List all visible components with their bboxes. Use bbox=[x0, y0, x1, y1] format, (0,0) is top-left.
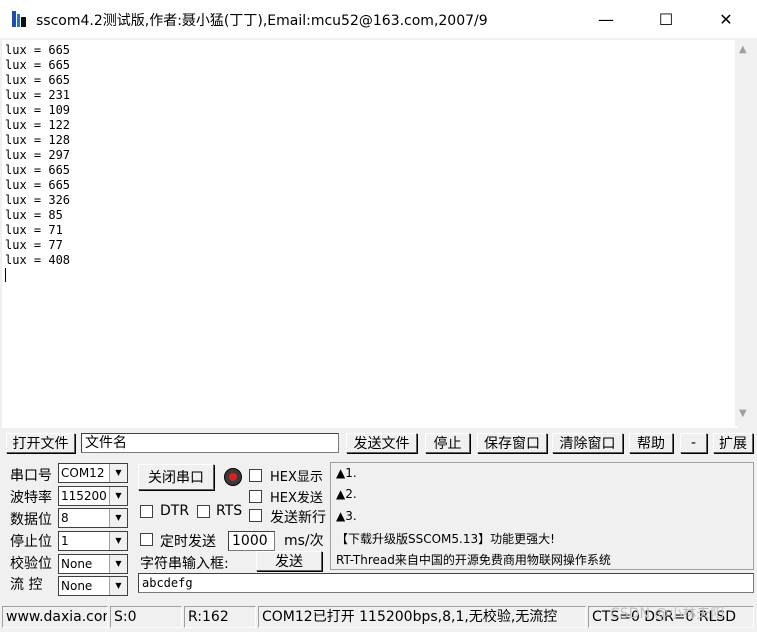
watermark: CSDN @小林夫阳 bbox=[610, 606, 725, 622]
filename-field[interactable]: 文件名 bbox=[81, 433, 339, 453]
vertical-scrollbar[interactable]: ▲ ▼ bbox=[735, 40, 753, 426]
send-newline-label: 发送新行 bbox=[270, 510, 326, 526]
databits-label: 数据位 bbox=[10, 512, 52, 528]
output-line: lux = 128 bbox=[5, 133, 71, 147]
output-line: lux = 77 bbox=[5, 238, 63, 252]
chevron-down-icon[interactable]: ▼ bbox=[109, 532, 127, 550]
close-button[interactable]: ✕ bbox=[703, 0, 749, 38]
panel-item-3: ▲3. bbox=[336, 509, 357, 523]
interval-field[interactable]: 1000 bbox=[228, 531, 275, 551]
baud-value: 115200 bbox=[61, 489, 107, 503]
stopbits-label: 停止位 bbox=[10, 534, 52, 550]
rts-checkbox[interactable] bbox=[197, 505, 210, 518]
panel-item-2: ▲2. bbox=[336, 487, 357, 501]
hex-send-checkbox[interactable] bbox=[249, 490, 262, 503]
output-line: lux = 665 bbox=[5, 163, 71, 177]
chevron-down-icon[interactable]: ▼ bbox=[109, 577, 127, 595]
help-button[interactable]: 帮助 bbox=[629, 433, 673, 453]
panel-item-1: ▲1. bbox=[336, 466, 357, 480]
send-button[interactable]: 发送 bbox=[256, 551, 322, 571]
dtr-checkbox[interactable] bbox=[140, 505, 153, 518]
output-line: lux = 85 bbox=[5, 208, 63, 222]
databits-select[interactable]: 8 ▼ bbox=[58, 508, 128, 528]
flow-value: None bbox=[61, 579, 93, 593]
baud-label: 波特率 bbox=[10, 490, 52, 506]
chevron-down-icon[interactable]: ▼ bbox=[109, 555, 127, 573]
chevron-down-icon[interactable]: ▼ bbox=[109, 509, 127, 527]
hex-display-label: HEX显示 bbox=[270, 470, 323, 485]
output-line: lux = 109 bbox=[5, 103, 71, 117]
send-newline-checkbox[interactable] bbox=[249, 509, 262, 522]
status-received: R:162 bbox=[184, 606, 256, 628]
output-lines: lux = 665 lux = 665 lux = 665 lux = 231 lux … bbox=[5, 43, 738, 268]
hex-display-checkbox[interactable] bbox=[249, 469, 262, 482]
output-line: lux = 665 bbox=[5, 58, 71, 72]
parity-select[interactable]: None ▼ bbox=[58, 554, 128, 574]
stop-button[interactable]: 停止 bbox=[425, 433, 470, 453]
ad-link-rtthread[interactable]: RT-Thread来自中国的开源免费商用物联网操作系统 bbox=[336, 551, 611, 568]
output-line: lux = 297 bbox=[5, 148, 71, 162]
chevron-down-icon[interactable]: ▼ bbox=[109, 487, 127, 505]
port-status-led-icon bbox=[224, 468, 242, 486]
string-input-label: 字符串输入框: bbox=[140, 556, 229, 572]
parity-label: 校验位 bbox=[10, 556, 52, 572]
baud-select[interactable]: 115200 ▼ bbox=[58, 486, 128, 506]
collapse-button[interactable]: - bbox=[680, 433, 707, 453]
scroll-down-icon[interactable]: ▼ bbox=[739, 408, 747, 419]
output-line: lux = 231 bbox=[5, 88, 71, 102]
databits-value: 8 bbox=[61, 511, 69, 525]
interval-unit: ms/次 bbox=[284, 533, 324, 549]
port-select[interactable]: COM12 ▼ bbox=[58, 463, 128, 483]
clear-window-button[interactable]: 清除窗口 bbox=[552, 433, 623, 453]
output-line: lux = 122 bbox=[5, 118, 71, 132]
close-port-button[interactable]: 关闭串口 bbox=[138, 464, 214, 490]
flow-label: 流 控 bbox=[10, 577, 43, 593]
output-line: lux = 408 bbox=[5, 253, 71, 267]
port-value: COM12 bbox=[61, 466, 105, 480]
output-line: lux = 71 bbox=[5, 223, 63, 237]
maximize-button[interactable]: ☐ bbox=[643, 0, 689, 38]
timed-send-label: 定时发送 bbox=[160, 534, 216, 550]
output-line: lux = 665 bbox=[5, 178, 71, 192]
flow-select[interactable]: None ▼ bbox=[58, 576, 128, 596]
scroll-up-icon[interactable]: ▲ bbox=[739, 44, 747, 55]
port-label: 串口号 bbox=[10, 468, 52, 484]
window-title: sscom4.2测试版,作者:聂小猛(丁丁),Email:mcu52@163.c… bbox=[36, 13, 488, 29]
app-icon bbox=[12, 11, 26, 27]
chevron-down-icon[interactable]: ▼ bbox=[109, 464, 127, 482]
title-bar: sscom4.2测试版,作者:聂小猛(丁丁),Email:mcu52@163.c… bbox=[0, 0, 757, 38]
receive-output[interactable]: lux = 665 lux = 665 lux = 665 lux = 231 lux … bbox=[2, 40, 738, 428]
save-window-button[interactable]: 保存窗口 bbox=[477, 433, 547, 453]
minimize-button[interactable]: — bbox=[583, 0, 629, 38]
timed-send-checkbox[interactable] bbox=[140, 533, 153, 546]
text-caret bbox=[5, 268, 6, 282]
output-line: lux = 665 bbox=[5, 73, 71, 87]
parity-value: None bbox=[61, 557, 93, 571]
expand-button[interactable]: 扩展 bbox=[713, 433, 753, 453]
hex-send-label: HEX发送 bbox=[270, 491, 323, 506]
ad-link-sscom[interactable]: 【下载升级版SSCOM5.13】功能更强大! bbox=[336, 530, 555, 547]
open-file-button[interactable]: 打开文件 bbox=[6, 433, 75, 453]
stopbits-select[interactable]: 1 ▼ bbox=[58, 531, 128, 551]
status-website[interactable]: www.daxia.com bbox=[2, 606, 108, 628]
stopbits-value: 1 bbox=[61, 534, 69, 548]
status-port: COM12已打开 115200bps,8,1,无校验,无流控 bbox=[258, 606, 586, 628]
output-line: lux = 326 bbox=[5, 193, 71, 207]
send-file-button[interactable]: 发送文件 bbox=[346, 433, 417, 453]
output-line: lux = 665 bbox=[5, 43, 71, 57]
status-sent: S:0 bbox=[110, 606, 182, 628]
rts-label: RTS bbox=[216, 503, 243, 519]
send-input[interactable]: abcdefg bbox=[138, 573, 754, 593]
dtr-label: DTR bbox=[160, 503, 190, 519]
